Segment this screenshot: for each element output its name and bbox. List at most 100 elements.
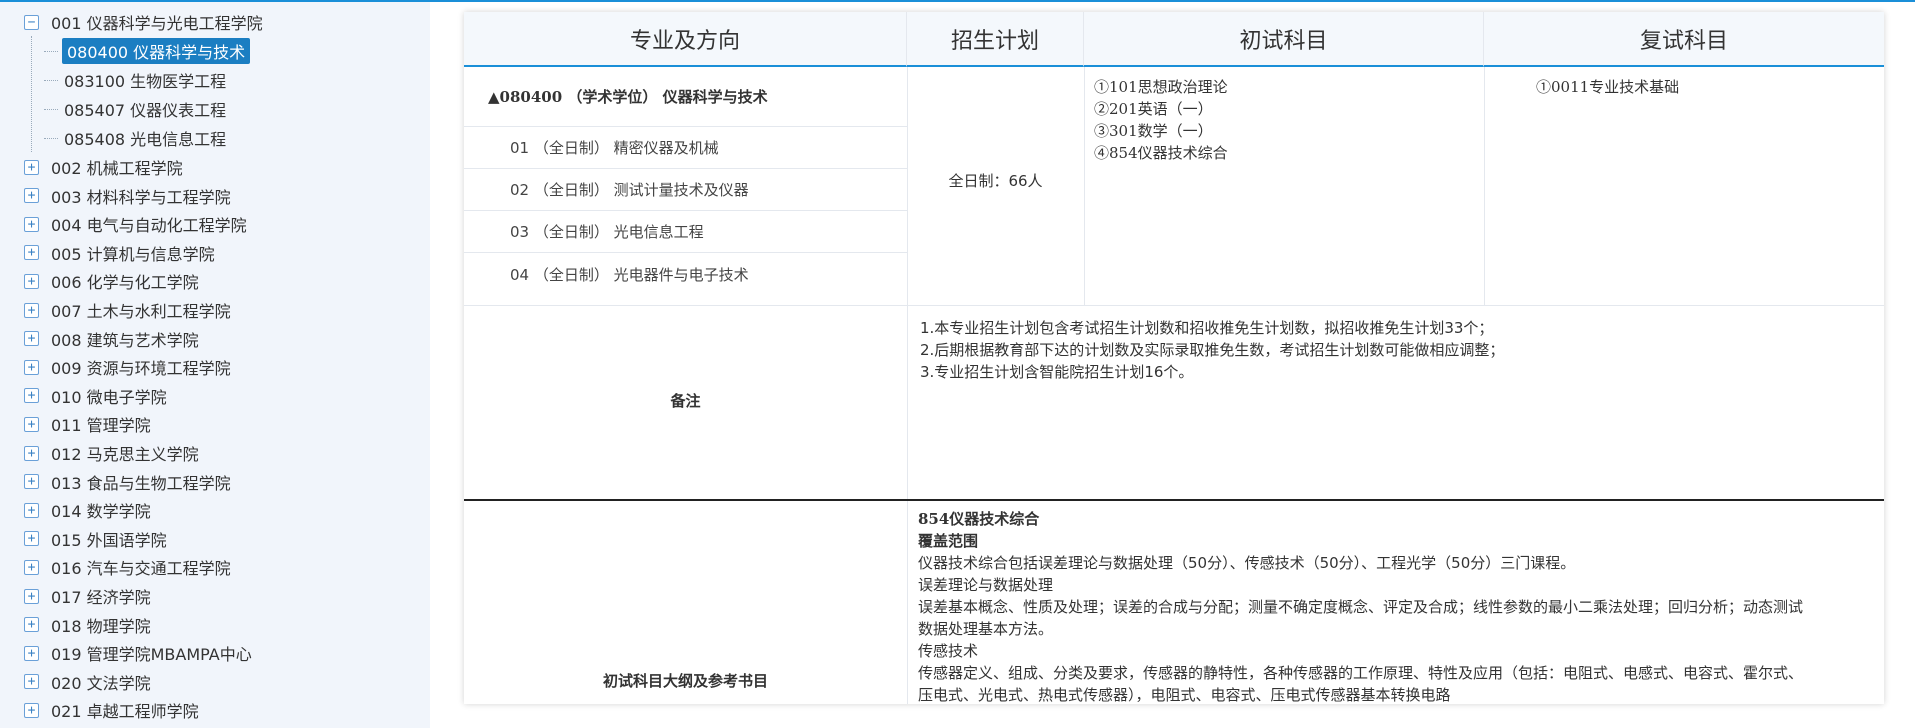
tree-college-item[interactable]: +005 计算机与信息学院 (24, 239, 217, 267)
tree-college-label[interactable]: 013 食品与生物工程学院 (49, 469, 233, 495)
expand-icon[interactable]: + (24, 559, 39, 575)
expand-icon[interactable]: + (24, 531, 39, 547)
expand-icon[interactable]: + (24, 216, 39, 232)
tree-college-label[interactable]: 010 微电子学院 (49, 383, 169, 409)
outline-label: 初试科目大纲及参考书目 (602, 672, 768, 690)
section-divider (464, 499, 1884, 501)
tree-college-item[interactable]: +019 管理学院MBAMPA中心 (24, 639, 254, 667)
expand-icon[interactable]: + (24, 702, 39, 718)
tree-college-label[interactable]: 006 化学与化工学院 (49, 268, 201, 294)
tree-college-item[interactable]: +010 微电子学院 (24, 382, 169, 410)
tree-major-080400[interactable]: 080400 仪器科学与技术 (44, 37, 251, 65)
expand-icon[interactable]: + (24, 273, 39, 289)
tree-major-085407[interactable]: 085407 仪器仪表工程 (44, 95, 228, 123)
tree-connector (31, 36, 32, 152)
column-divider (907, 67, 908, 499)
direction-row: 02 （全日制） 测试计量技术及仪器 (464, 169, 907, 211)
tree-major-085408[interactable]: 085408 光电信息工程 (44, 124, 228, 152)
tree-college-label[interactable]: 012 马克思主义学院 (49, 440, 201, 466)
tree-college-label[interactable]: 001 仪器科学与光电工程学院 (49, 9, 265, 35)
tree-college-label[interactable]: 009 资源与环境工程学院 (49, 354, 233, 380)
expand-icon[interactable]: + (24, 388, 39, 404)
tree-major-label[interactable]: 085407 仪器仪表工程 (62, 96, 228, 122)
expand-icon[interactable]: + (24, 331, 39, 347)
tree-college-item[interactable]: +017 经济学院 (24, 582, 153, 610)
header-plan: 招生计划 (907, 12, 1084, 67)
direction-label: 01 （全日制） 精密仪器及机械 (510, 139, 719, 157)
tree-college-label[interactable]: 002 机械工程学院 (49, 154, 185, 180)
tree-college-label[interactable]: 011 管理学院 (49, 411, 153, 437)
outline-scope-text: 仪器技术综合包括误差理论与数据处理（50分）、传感技术（50分）、工程光学（50… (918, 554, 1576, 572)
direction-row: 04 （全日制） 光电器件与电子技术 (464, 253, 907, 295)
expand-icon[interactable]: + (24, 188, 39, 204)
tree-college-item[interactable]: +002 机械工程学院 (24, 153, 185, 181)
expand-icon[interactable]: + (24, 445, 39, 461)
tree-college-label[interactable]: 021 卓越工程师学院 (49, 697, 201, 723)
remark-item: 1.本专业招生计划包含考试招生计划数和招收推免生计划数，拟招收推免生计划33个； (920, 319, 1494, 337)
tree-college-item[interactable]: +007 土木与水利工程学院 (24, 296, 233, 324)
tree-college-item[interactable]: +021 卓越工程师学院 (24, 696, 201, 724)
tree-college-item[interactable]: +013 食品与生物工程学院 (24, 468, 233, 496)
column-divider (1484, 67, 1485, 305)
direction-row: 01 （全日制） 精密仪器及机械 (464, 127, 907, 169)
tree-branch (44, 108, 58, 110)
tree-college-item[interactable]: +020 文法学院 (24, 668, 153, 696)
tree-college-label[interactable]: 016 汽车与交通工程学院 (49, 554, 233, 580)
row-divider (464, 305, 1884, 306)
exam-subject: ①101思想政治理论 (1094, 78, 1228, 96)
tree-college-item[interactable]: +012 马克思主义学院 (24, 439, 201, 467)
expand-icon[interactable]: + (24, 416, 39, 432)
tree-college-item[interactable]: +003 材料科学与工程学院 (24, 182, 233, 210)
expand-icon[interactable]: + (24, 617, 39, 633)
tree-college-item[interactable]: +011 管理学院 (24, 410, 153, 438)
tree-college-item[interactable]: +004 电气与自动化工程学院 (24, 210, 249, 238)
remark-item: 2.后期根据教育部下达的计划数及实际录取推免生数，考试招生计划数可能做相应调整； (920, 341, 1505, 359)
tree-college-item[interactable]: +008 建筑与艺术学院 (24, 325, 201, 353)
tree-major-083100[interactable]: 083100 生物医学工程 (44, 66, 228, 94)
tree-college-label[interactable]: 018 物理学院 (49, 612, 153, 638)
header-major: 专业及方向 (464, 12, 907, 67)
tree-college-label[interactable]: 005 计算机与信息学院 (49, 240, 217, 266)
tree-college-item[interactable]: +016 汽车与交通工程学院 (24, 553, 233, 581)
tree-college-item[interactable]: +006 化学与化工学院 (24, 267, 201, 295)
outline-section-text: 压电式、光电式、热电式传感器），电阻式、电容式、压电式传感器基本转换电路 (918, 686, 1451, 704)
tree-college-label[interactable]: 020 文法学院 (49, 669, 153, 695)
outline-section-text: 误差基本概念、性质及处理；误差的合成与分配；测量不确定度概念、评定及合成；线性参… (918, 598, 1804, 616)
tree-college-item[interactable]: +014 数学学院 (24, 496, 153, 524)
tree-college-label[interactable]: 019 管理学院MBAMPA中心 (49, 640, 254, 666)
tree-college-label[interactable]: 017 经济学院 (49, 583, 153, 609)
direction-label: 04 （全日制） 光电器件与电子技术 (510, 265, 749, 284)
expand-icon[interactable]: + (24, 645, 39, 661)
collapse-icon[interactable]: − (24, 14, 39, 30)
retest-subjects: ①0011专业技术基础 (1536, 76, 1679, 98)
exam-subject: ④854仪器技术综合 (1094, 144, 1228, 162)
expand-icon[interactable]: + (24, 159, 39, 175)
tree-college-item[interactable]: +009 资源与环境工程学院 (24, 353, 233, 381)
tree-major-label[interactable]: 083100 生物医学工程 (62, 67, 228, 93)
tree-college-001[interactable]: − 001 仪器科学与光电工程学院 (24, 8, 265, 36)
remark-list: 1.本专业招生计划包含考试招生计划数和招收推免生计划数，拟招收推免生计划33个；… (920, 317, 1504, 383)
tree-college-item[interactable]: +015 外国语学院 (24, 525, 169, 553)
expand-icon[interactable]: + (24, 245, 39, 261)
tree-college-label[interactable]: 014 数学学院 (49, 497, 153, 523)
tree-college-label[interactable]: 008 建筑与艺术学院 (49, 326, 201, 352)
outline-subject: 854仪器技术综合 (918, 510, 1040, 528)
expand-icon[interactable]: + (24, 302, 39, 318)
outline-section-text: 传感器定义、组成、分类及要求，传感器的静特性，各种传感器的工作原理、特性及应用（… (918, 664, 1804, 682)
tree-major-label[interactable]: 080400 仪器科学与技术 (62, 38, 251, 64)
expand-icon[interactable]: + (24, 502, 39, 518)
exam-subjects: ①101思想政治理论 ②201英语（一） ③301数学（一） ④854仪器技术综… (1094, 76, 1228, 164)
outline-scope-title: 覆盖范围 (918, 532, 979, 550)
tree-college-label[interactable]: 015 外国语学院 (49, 526, 169, 552)
retest-subject: ①0011专业技术基础 (1536, 78, 1680, 96)
tree-college-label[interactable]: 004 电气与自动化工程学院 (49, 211, 249, 237)
expand-icon[interactable]: + (24, 474, 39, 490)
exam-subject: ③301数学（一） (1094, 122, 1213, 140)
tree-college-label[interactable]: 003 材料科学与工程学院 (49, 183, 233, 209)
expand-icon[interactable]: + (24, 359, 39, 375)
expand-icon[interactable]: + (24, 674, 39, 690)
tree-college-item[interactable]: +018 物理学院 (24, 611, 153, 639)
tree-college-label[interactable]: 007 土木与水利工程学院 (49, 297, 233, 323)
tree-major-label[interactable]: 085408 光电信息工程 (62, 125, 228, 151)
expand-icon[interactable]: + (24, 588, 39, 604)
